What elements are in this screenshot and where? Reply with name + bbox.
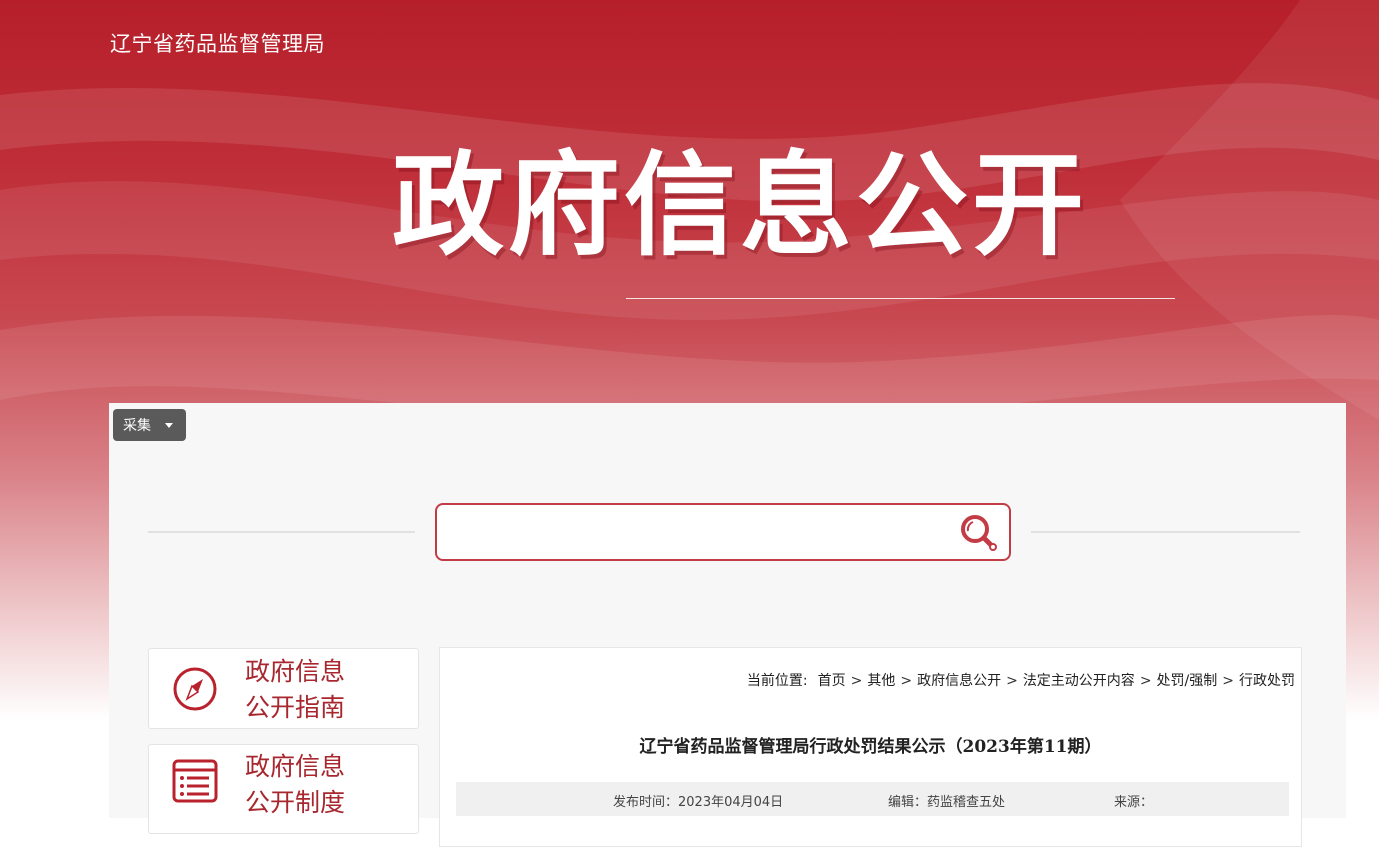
breadcrumb-penalty[interactable]: 处罚/强制 (1157, 673, 1218, 689)
breadcrumb-prefix: 当前位置: (746, 673, 808, 689)
breadcrumb-other[interactable]: 其他 (867, 673, 895, 689)
compass-icon (173, 667, 217, 711)
article-content: 当前位置: 首页 > 其他 > 政府信息公开 > 法定主动公开内容 > 处罚/强制 > 行政处罚 辽宁… (439, 647, 1302, 847)
article-title: 辽宁省药品监督管理局行政处罚结果公示（2023年第11期） (639, 737, 1102, 757)
collect-dropdown-button[interactable]: 采集 (113, 409, 186, 441)
sidebar-item-system[interactable]: 政府信息 公开制度 (148, 744, 419, 834)
breadcrumb: 当前位置: 首页 > 其他 > 政府信息公开 > 法定主动公开内容 > 处罚/强制 > 行政处罚 (747, 670, 1295, 690)
publish-time: 发布时间：2023年04月04日 (613, 795, 784, 810)
sidebar-item-label-line1: 政府信息 (245, 752, 346, 781)
sidebar-item-label-line1: 政府信息 (245, 657, 346, 686)
breadcrumb-separator: > (1139, 673, 1152, 689)
list-document-icon (172, 759, 218, 803)
page-title: 政府信息公开 (392, 141, 1088, 271)
breadcrumb-separator: > (1222, 673, 1234, 689)
search-divider-right (1031, 531, 1300, 533)
breadcrumb-statutory[interactable]: 法定主动公开内容 (1023, 673, 1135, 689)
title-underline (626, 298, 1175, 299)
breadcrumb-separator: > (900, 673, 913, 689)
breadcrumb-admin-penalty[interactable]: 行政处罚 (1239, 673, 1295, 689)
sidebar-item-label-line2: 公开制度 (245, 788, 346, 817)
article-meta: 发布时间：2023年04月04日 编辑：药监稽查五处 来源： (456, 782, 1289, 816)
breadcrumb-gov-info[interactable]: 政府信息公开 (917, 673, 1001, 689)
site-name[interactable]: 辽宁省药品监督管理局 (110, 28, 325, 58)
caret-down-icon (165, 422, 173, 428)
main-panel: 采集 政府信息 公开指南 政府信息 公开制度 当前位置: 首页 > 其他 > 政… (109, 403, 1346, 847)
search-divider-left (148, 531, 415, 533)
search-icon[interactable] (957, 511, 1001, 555)
breadcrumb-home[interactable]: 首页 (818, 673, 846, 689)
sidebar-item-label-line2: 公开指南 (245, 693, 346, 722)
sidebar-item-guide[interactable]: 政府信息 公开指南 (148, 648, 419, 729)
source: 来源： (1114, 795, 1154, 810)
collect-label: 采集 (123, 418, 151, 434)
editor: 编辑：药监稽查五处 (888, 795, 1006, 810)
breadcrumb-separator: > (850, 673, 863, 689)
search-box (435, 503, 1011, 561)
breadcrumb-separator: > (1006, 673, 1018, 689)
search-input[interactable] (447, 515, 941, 551)
